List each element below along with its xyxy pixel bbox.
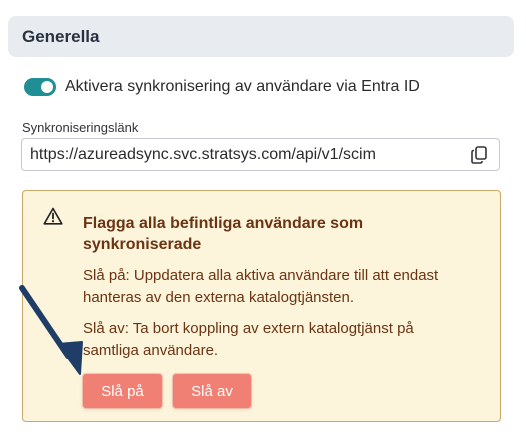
- annotation-arrow-icon: [19, 285, 83, 375]
- copy-icon[interactable]: [469, 145, 489, 165]
- section-title: Generella: [22, 26, 100, 46]
- turn-on-button[interactable]: Slå på: [83, 374, 162, 408]
- sync-toggle-row: Aktivera synkronisering av användare via…: [24, 78, 420, 96]
- turn-off-button[interactable]: Slå av: [173, 374, 251, 408]
- warning-off-description: Slå av: Ta bort koppling av extern katal…: [83, 320, 414, 359]
- sync-link-label: Synkroniseringslänk: [22, 120, 139, 135]
- sync-link-field[interactable]: https://azureadsync.svc.stratsys.com/api…: [21, 138, 500, 171]
- warning-triangle-icon: [43, 207, 63, 225]
- section-header: Generella: [8, 16, 514, 57]
- toggle-knob: [41, 81, 53, 93]
- warning-title: Flagga alla befintliga användare som syn…: [83, 215, 364, 253]
- sync-link-value: https://azureadsync.svc.stratsys.com/api…: [30, 145, 376, 163]
- sync-toggle[interactable]: [24, 78, 56, 96]
- sync-toggle-label: Aktivera synkronisering av användare via…: [65, 78, 420, 95]
- warning-on-description: Slå på: Uppdatera alla aktiva användare …: [83, 267, 439, 306]
